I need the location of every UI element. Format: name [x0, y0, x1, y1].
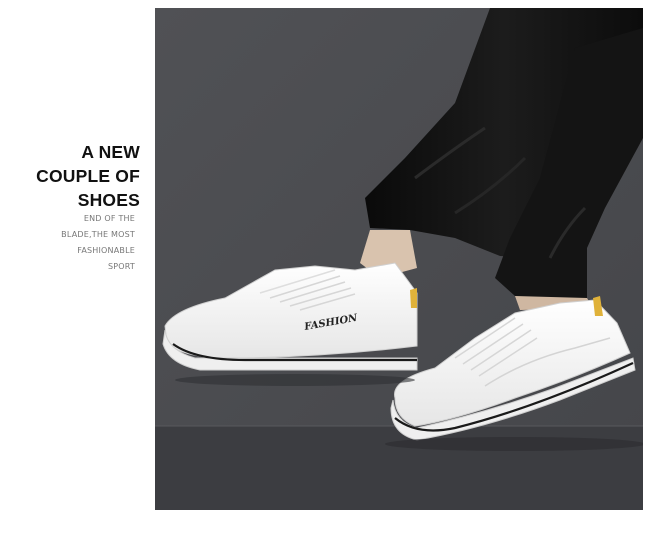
tagline-line-3: FASHIONABLE [77, 246, 135, 255]
headline-line-1: A NEW [81, 142, 140, 162]
headline: A NEW COUPLE OF SHOES [36, 140, 140, 212]
tagline-line-4: SPORT [107, 262, 135, 271]
headline-line-2: COUPLE OF [36, 166, 140, 186]
tagline: END OF THE BLADE,THE MOST FASHIONABLE SP… [61, 211, 135, 275]
headline-line-3: SHOES [77, 190, 140, 210]
product-photo: FASHION [155, 8, 643, 510]
heel-accent-left [410, 288, 417, 308]
tagline-line-1: END OF THE [83, 214, 135, 223]
product-photo-illustration: FASHION [155, 8, 643, 510]
tagline-line-2: BLADE,THE MOST [61, 230, 135, 239]
